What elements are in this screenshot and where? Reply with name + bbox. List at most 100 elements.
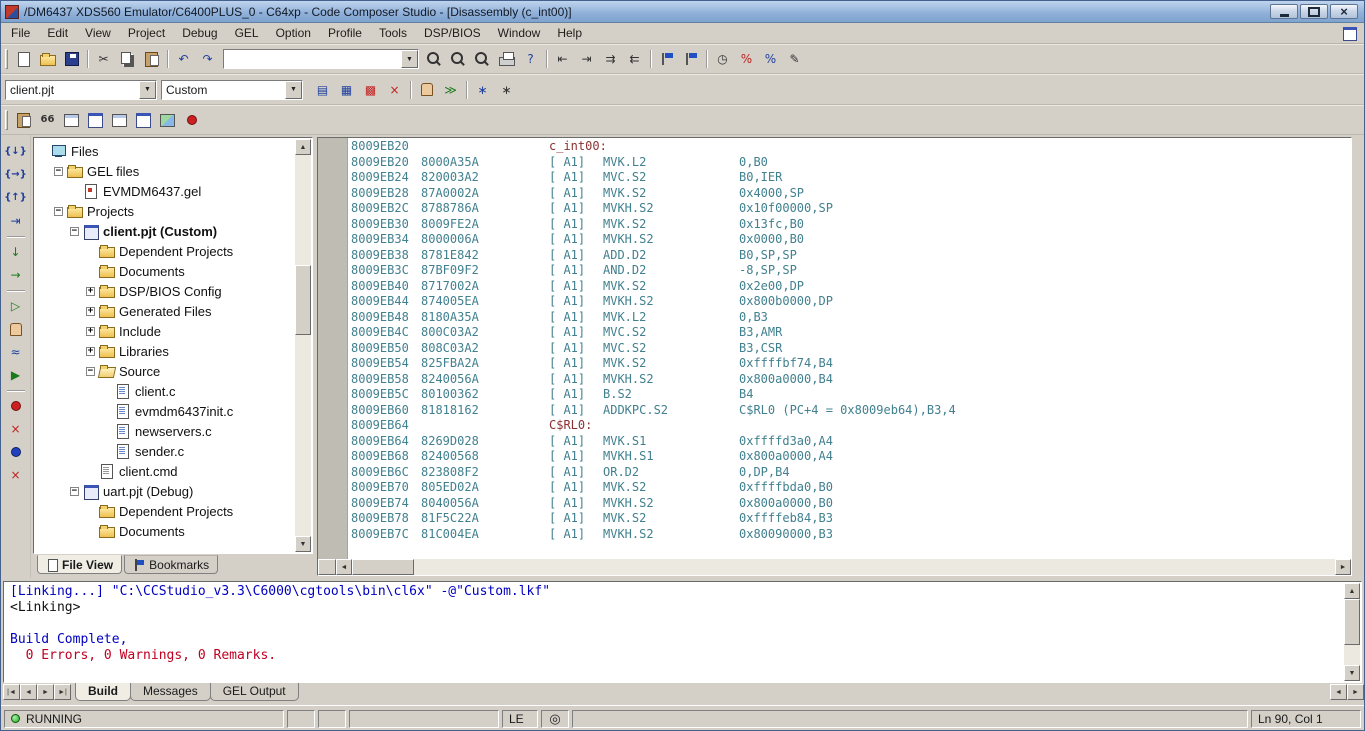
- tree-expander[interactable]: [86, 306, 95, 316]
- tree-node[interactable]: Documents: [34, 521, 294, 541]
- tree-node[interactable]: Source: [34, 361, 294, 381]
- toolbar-grip[interactable]: [5, 49, 8, 69]
- paste-button[interactable]: [140, 48, 163, 70]
- editor-properties-button[interactable]: [783, 48, 806, 70]
- tree-scrollbar[interactable]: ▲ ▼: [295, 139, 311, 552]
- profile-clock-button[interactable]: [711, 48, 734, 70]
- tree-node[interactable]: EVMDM6437.gel: [34, 181, 294, 201]
- tab-scroll-last-button[interactable]: ►|: [54, 684, 71, 700]
- find-next-button[interactable]: [447, 48, 470, 70]
- remove-all-breakpoints-button[interactable]: [4, 418, 28, 440]
- scroll-down-button[interactable]: ▼: [1344, 665, 1360, 681]
- disassembly-line[interactable]: 8009EB40 8717002A [ A1] MVK.S2 0x2e00,DP: [351, 279, 1351, 295]
- graph-window-button[interactable]: [180, 109, 203, 131]
- output-panel[interactable]: [Linking...] "C:\CCStudio_v3.3\C6000\cgt…: [3, 581, 1362, 683]
- disassembly-line[interactable]: 8009EB20 c_int00:: [351, 139, 1351, 155]
- pane-splitter-handle[interactable]: [318, 559, 336, 575]
- hscroll-left-button[interactable]: ◄: [1330, 684, 1347, 700]
- tree-node[interactable]: client.pjt (Custom): [34, 221, 294, 241]
- tab-build[interactable]: Build: [75, 683, 131, 701]
- disassembly-line[interactable]: 8009EB58 8240056A [ A1] MVKH.S2 0x800a00…: [351, 372, 1351, 388]
- animate-button[interactable]: [439, 79, 462, 101]
- image-window-button[interactable]: [156, 109, 179, 131]
- new-document-button[interactable]: [12, 48, 35, 70]
- tree-node[interactable]: sender.c: [34, 441, 294, 461]
- stop-build-button[interactable]: [383, 79, 406, 101]
- tree-node[interactable]: evmdm6437init.c: [34, 401, 294, 421]
- disassembly-line[interactable]: 8009EB48 8180A35A [ A1] MVK.L2 0,B3: [351, 310, 1351, 326]
- asm-step-into-button[interactable]: [4, 241, 28, 263]
- tree-node[interactable]: uart.pjt (Debug): [34, 481, 294, 501]
- tree-expander[interactable]: [70, 226, 79, 236]
- tree-expander[interactable]: [86, 366, 95, 376]
- tree-expander[interactable]: [86, 346, 95, 356]
- disassembly-line[interactable]: 8009EB2C 8788786A [ A1] MVKH.S2 0x10f000…: [351, 201, 1351, 217]
- incremental-build-button[interactable]: [335, 79, 358, 101]
- asm-step-over-button[interactable]: [4, 264, 28, 286]
- disassembly-line[interactable]: 8009EB38 8781E842 [ A1] ADD.D2 B0,SP,SP: [351, 248, 1351, 264]
- menu-file[interactable]: File: [3, 24, 38, 42]
- tree-node[interactable]: Files: [34, 141, 294, 161]
- quick-watch-button[interactable]: [36, 109, 59, 131]
- run-to-cursor-button[interactable]: [4, 210, 28, 232]
- disassembly-hscrollbar[interactable]: ◄ ►: [318, 559, 1351, 575]
- scroll-down-button[interactable]: ▼: [295, 536, 311, 552]
- undo-button[interactable]: [172, 48, 195, 70]
- disassembly-line[interactable]: 8009EB60 81818162 [ A1] ADDKPC.S2 C$RL0 …: [351, 403, 1351, 419]
- toggle-breakpoint-button[interactable]: [4, 395, 28, 417]
- disassembly-line[interactable]: 8009EB3C 87BF09F2 [ A1] AND.D2 -8,SP,SP: [351, 263, 1351, 279]
- tree-node[interactable]: Include: [34, 321, 294, 341]
- disassembly-line[interactable]: 8009EB54 825FBA2A [ A1] MVK.S2 0xffffbf7…: [351, 356, 1351, 372]
- disassembly-code[interactable]: 8009EB20 c_int00: 8009EB20 8000A35A [ A1…: [351, 139, 1351, 559]
- tab-scroll-first-button[interactable]: |◄: [3, 684, 20, 700]
- save-document-button[interactable]: [60, 48, 83, 70]
- disassembly-line[interactable]: 8009EB6C 823808F2 [ A1] OR.D2 0,DP,B4: [351, 465, 1351, 481]
- toggle-bookmark-button[interactable]: [655, 48, 678, 70]
- scroll-track[interactable]: [1344, 599, 1360, 665]
- disassembly-line[interactable]: 8009EB64 8269D028 [ A1] MVK.S1 0xffffd3a…: [351, 434, 1351, 450]
- tab-gel-output[interactable]: GEL Output: [209, 683, 299, 701]
- breakpoint-gutter[interactable]: [318, 138, 348, 559]
- restore-button[interactable]: [1300, 4, 1328, 19]
- tree-node[interactable]: Dependent Projects: [34, 241, 294, 261]
- tree-node[interactable]: Documents: [34, 261, 294, 281]
- tree-expander[interactable]: [54, 166, 63, 176]
- next-bookmark-button[interactable]: [679, 48, 702, 70]
- tab-messages[interactable]: Messages: [130, 683, 211, 701]
- menu-help[interactable]: Help: [549, 24, 590, 42]
- find-in-files-button[interactable]: [471, 48, 494, 70]
- disassembly-line[interactable]: 8009EB68 82400568 [ A1] MVKH.S1 0x800a00…: [351, 449, 1351, 465]
- disassembly-view[interactable]: 8009EB20 c_int00: 8009EB20 8000A35A [ A1…: [317, 137, 1352, 576]
- remove-all-probe-points-button[interactable]: [4, 464, 28, 486]
- step-over-button[interactable]: [4, 164, 28, 186]
- scroll-right-button[interactable]: ►: [1335, 559, 1351, 575]
- register-window-button[interactable]: [84, 109, 107, 131]
- tree-node[interactable]: Libraries: [34, 341, 294, 361]
- menu-profile[interactable]: Profile: [320, 24, 370, 42]
- tree-node[interactable]: client.c: [34, 381, 294, 401]
- tab-scroll-next-button[interactable]: ►: [37, 684, 54, 700]
- tree-node[interactable]: client.cmd: [34, 461, 294, 481]
- tree-node[interactable]: Projects: [34, 201, 294, 221]
- tree-expander[interactable]: [70, 486, 79, 496]
- redo-button[interactable]: [196, 48, 219, 70]
- profile-range-button[interactable]: [759, 48, 782, 70]
- search-combobox[interactable]: ▼: [223, 49, 419, 69]
- disassembly-line[interactable]: 8009EB64 C$RL0:: [351, 418, 1351, 434]
- scroll-thumb[interactable]: [352, 559, 414, 575]
- disassembly-line[interactable]: 8009EB5C 80100362 [ A1] B.S2 B4: [351, 387, 1351, 403]
- menu-tools[interactable]: Tools: [371, 24, 415, 42]
- dsp-bios-settings-button[interactable]: [495, 79, 518, 101]
- stack-window-button[interactable]: [108, 109, 131, 131]
- rebuild-all-button[interactable]: [359, 79, 382, 101]
- combobox-dropdown-icon[interactable]: ▼: [401, 50, 418, 68]
- disassembly-line[interactable]: 8009EB78 81F5C22A [ A1] MVK.S2 0xffffeb8…: [351, 511, 1351, 527]
- disassembly-line[interactable]: 8009EB20 8000A35A [ A1] MVK.L2 0,B0: [351, 155, 1351, 171]
- disassembly-line[interactable]: 8009EB34 8000006A [ A1] MVKH.S2 0x0000,B…: [351, 232, 1351, 248]
- halt-processor-button[interactable]: [4, 318, 28, 340]
- menu-edit[interactable]: Edit: [39, 24, 76, 42]
- disassembly-line[interactable]: 8009EB24 820003A2 [ A1] MVC.S2 B0,IER: [351, 170, 1351, 186]
- tab-file-view[interactable]: File View: [37, 555, 123, 574]
- combobox-dropdown-icon[interactable]: ▼: [139, 80, 156, 99]
- toggle-probe-point-button[interactable]: [4, 441, 28, 463]
